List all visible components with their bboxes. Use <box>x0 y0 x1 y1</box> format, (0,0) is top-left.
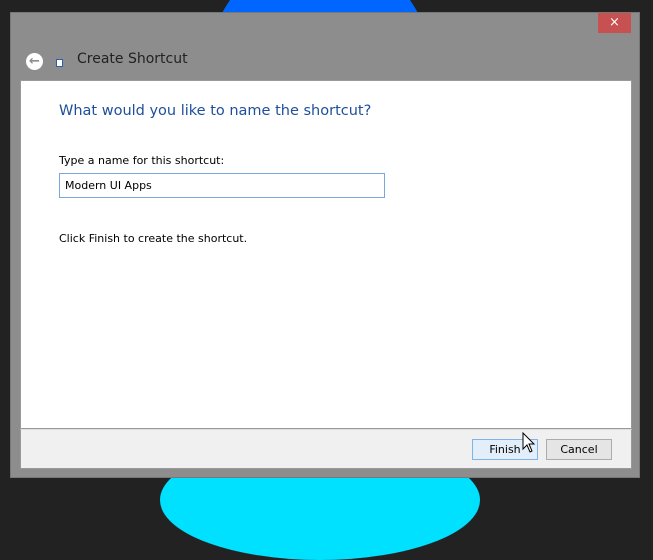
create-shortcut-window: × ← Create Shortcut What would you like … <box>10 12 640 478</box>
wizard-footer: Finish Cancel <box>20 429 632 469</box>
name-label: Type a name for this shortcut: <box>59 154 225 167</box>
shortcut-name-input[interactable] <box>59 173 385 198</box>
mouse-cursor-icon <box>522 432 536 453</box>
window-title: Create Shortcut <box>77 51 188 67</box>
close-button[interactable]: × <box>598 13 631 33</box>
finish-hint: Click Finish to create the shortcut. <box>59 232 248 245</box>
cancel-button[interactable]: Cancel <box>546 439 612 460</box>
back-arrow-icon[interactable]: ← <box>26 53 43 70</box>
wizard-content: What would you like to name the shortcut… <box>20 80 632 429</box>
page-heading: What would you like to name the shortcut… <box>59 103 372 119</box>
shortcut-icon <box>56 59 63 67</box>
